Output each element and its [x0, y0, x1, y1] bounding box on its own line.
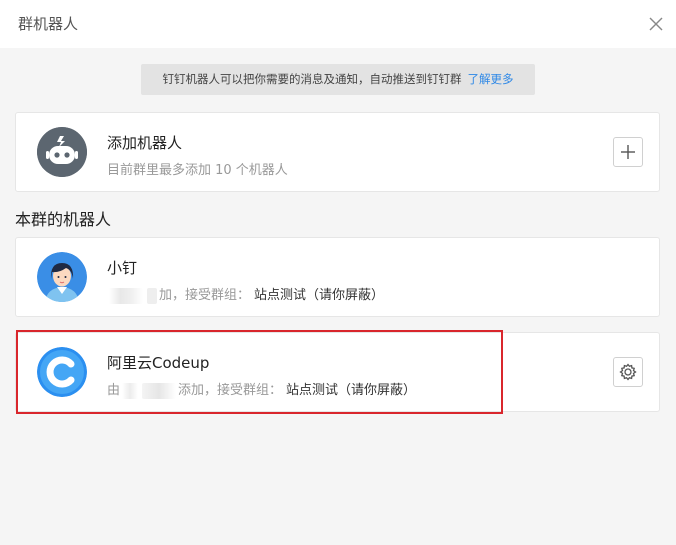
- robot-icon: [37, 127, 87, 177]
- learn-more-link[interactable]: 了解更多: [468, 72, 514, 86]
- gear-icon: [619, 363, 637, 381]
- robot-added-info: 加，接受群组： 站点测试（请你屏蔽）: [107, 284, 384, 304]
- redacted-name: [122, 382, 139, 399]
- codeup-logo-icon: [37, 347, 87, 397]
- robot-settings-button[interactable]: [613, 357, 643, 387]
- robot-group: 站点测试（请你屏蔽）: [254, 288, 385, 303]
- robot-added-text: 添加，接受群组：: [178, 383, 283, 398]
- add-robot-card: 添加机器人 目前群里最多添加 10 个机器人: [15, 112, 660, 192]
- redacted-name: [109, 287, 143, 304]
- add-robot-subtitle: 目前群里最多添加 10 个机器人: [107, 163, 288, 178]
- dialog-header: 群机器人: [0, 0, 676, 48]
- robot-added-info: 由 添加，接受群组： 站点测试（请你屏蔽）: [107, 379, 416, 399]
- plus-icon: [621, 145, 635, 159]
- xiaoding-avatar: [37, 252, 87, 302]
- redacted-name: [147, 287, 157, 304]
- robot-name: 阿里云Codeup: [107, 354, 210, 372]
- robot-group: 站点测试（请你屏蔽）: [286, 383, 417, 398]
- robot-card-xiaoding[interactable]: 小钉 加，接受群组： 站点测试（请你屏蔽）: [15, 237, 660, 317]
- codeup-avatar: [37, 347, 87, 397]
- add-robot-button[interactable]: [613, 137, 643, 167]
- redacted-name: [142, 382, 177, 399]
- dialog-title: 群机器人: [18, 15, 79, 33]
- xiaoding-avatar-icon: [37, 252, 87, 302]
- robot-card-codeup[interactable]: 阿里云Codeup 由 添加，接受群组： 站点测试（请你屏蔽）: [15, 332, 660, 412]
- info-notice: 钉钉机器人可以把你需要的消息及通知，自动推送到钉钉群 了解更多: [141, 64, 535, 95]
- robot-added-text: 加，接受群组：: [159, 288, 251, 303]
- robot-name: 小钉: [107, 259, 138, 277]
- robot-added-prefix: 由: [107, 383, 121, 398]
- close-icon[interactable]: [645, 13, 667, 35]
- section-title: 本群的机器人: [15, 210, 112, 229]
- add-robot-title: 添加机器人: [107, 134, 183, 152]
- notice-text: 钉钉机器人可以把你需要的消息及通知，自动推送到钉钉群: [162, 72, 462, 86]
- robot-avatar: [37, 127, 87, 177]
